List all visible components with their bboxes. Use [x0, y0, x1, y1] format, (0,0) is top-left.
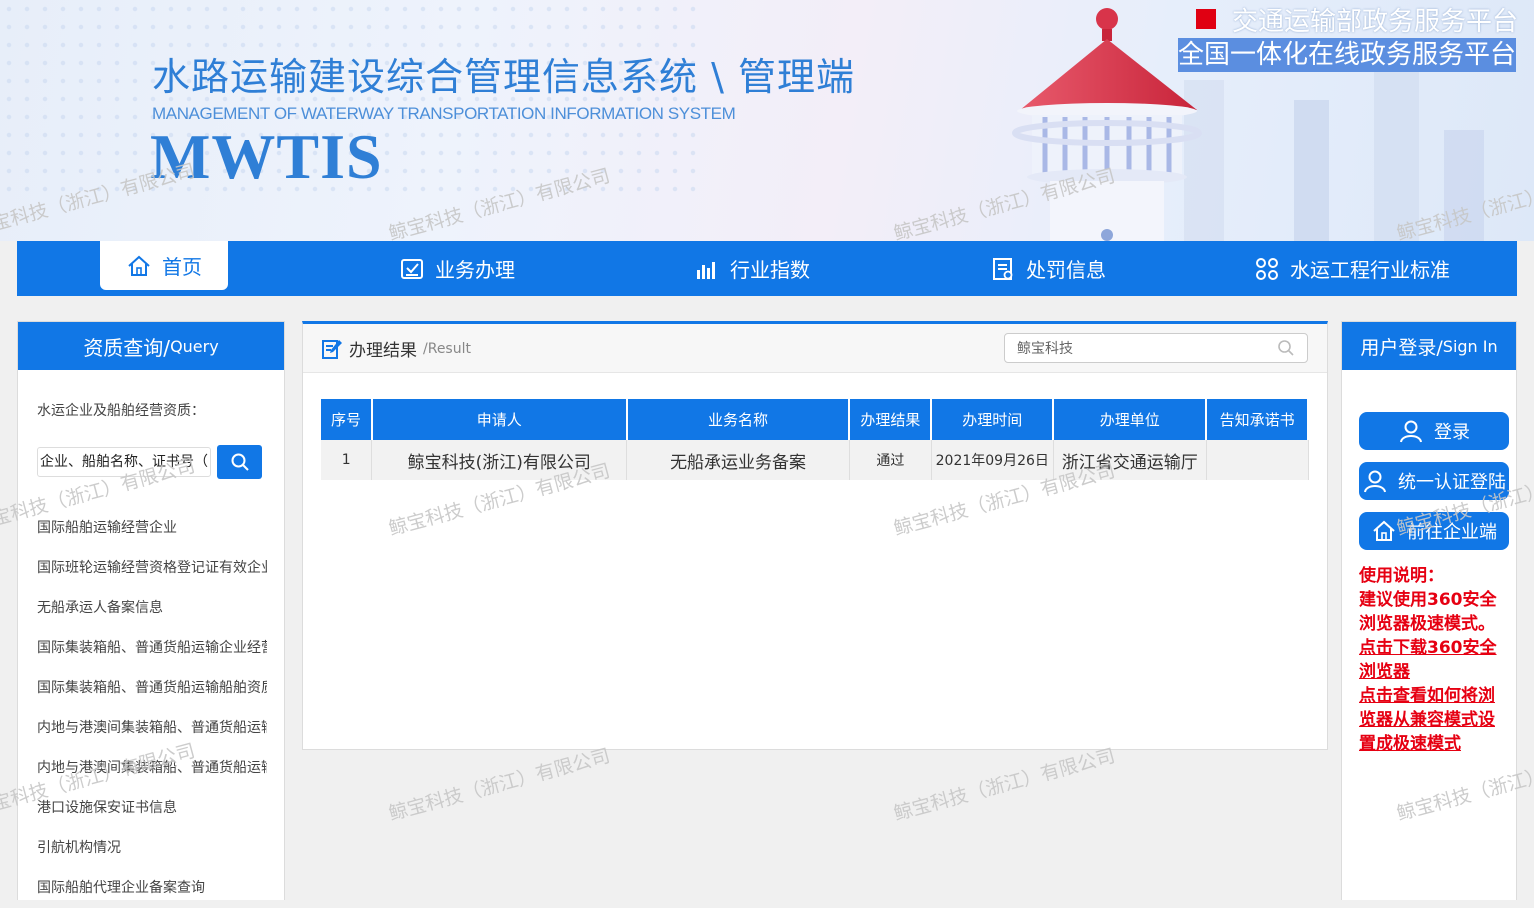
nav-standards-label: 水运工程行业标准 [1290, 258, 1450, 282]
col-header-commitment: 告知承诺书 [1206, 399, 1309, 440]
home-icon [128, 255, 150, 276]
nav-industry-index-label: 行业指数 [730, 258, 810, 282]
gov-red-square-icon [1196, 9, 1216, 29]
user-icon [1400, 420, 1422, 443]
nav-home[interactable]: 首页 [100, 241, 228, 290]
login-label: 登录 [1434, 422, 1470, 443]
header-banner: 水路运输建设综合管理信息系统 \ 管理端 MANAGEMENT OF WATER… [0, 0, 1534, 241]
system-title: 水路运输建设综合管理信息系统 \ 管理端 [152, 55, 855, 99]
query-panel-header: 资质查询/Query [18, 322, 284, 370]
unified-login-button[interactable]: 统一认证登陆 [1359, 462, 1509, 500]
result-title-text: 办理结果 [349, 341, 417, 361]
col-header-applicant: 申请人 [371, 399, 628, 440]
col-header-time: 办理时间 [931, 399, 1055, 440]
nav-penalty[interactable]: 处罚信息 [990, 241, 1106, 296]
result-table: 序号 申请人 业务名称 办理结果 办理时间 办理单位 告知承诺书 1 鲸宝科技(… [321, 399, 1309, 480]
unified-login-label: 统一认证登陆 [1398, 472, 1506, 493]
query-search-button[interactable] [217, 445, 262, 479]
cell-result: 通过 [849, 440, 932, 480]
cell-index: 1 [321, 440, 373, 480]
list-item[interactable]: 内地与港澳间集装箱船、普通货船运输企业 [37, 708, 267, 748]
list-item[interactable]: 国际班轮运输经营资格登记证有效企业 [37, 548, 267, 588]
list-item[interactable]: 引航机构情况 [37, 828, 267, 868]
user-icon [1364, 470, 1386, 493]
result-search-input[interactable]: 鲸宝科技 [1004, 333, 1308, 363]
list-item[interactable]: 国际集装箱船、普通货船运输船舶资质 [37, 668, 267, 708]
cell-applicant: 鲸宝科技(浙江)有限公司 [371, 440, 628, 480]
table-header-row: 序号 申请人 业务名称 办理结果 办理时间 办理单位 告知承诺书 [321, 399, 1309, 440]
system-logo-text: MWTIS [150, 121, 383, 192]
qualification-list: 国际船舶运输经营企业 国际班轮运输经营资格登记证有效企业 无船承运人备案信息 国… [37, 508, 267, 908]
nav-business-label: 业务办理 [435, 258, 515, 282]
qualification-query-panel: 资质查询/Query 水运企业及船舶经营资质： 企业、船舶名称、证书号（ 国际船… [17, 321, 285, 900]
list-item[interactable]: 内地与港澳间集装箱船、普通货船运输船舶 [37, 748, 267, 788]
nav-penalty-label: 处罚信息 [1026, 258, 1106, 282]
cell-business-name: 无船承运业务备案 [626, 440, 850, 480]
usage-notes: 使用说明： 建议使用360安全浏览器极速模式。 点击下载360安全浏览器 点击查… [1359, 564, 1509, 756]
howto-speed-mode-link[interactable]: 点击查看如何将浏览器从兼容模式设置成极速模式 [1359, 684, 1509, 756]
enterprise-portal-button[interactable]: 前往企业端 [1359, 512, 1509, 550]
col-header-unit: 办理单位 [1053, 399, 1208, 440]
result-panel-header: 办理结果/Result 鲸宝科技 [303, 324, 1327, 373]
watermark-text: 鲸宝科技（浙江）有限公司 [891, 744, 1118, 826]
nav-business[interactable]: 业务办理 [399, 241, 515, 296]
list-item[interactable]: 国际船舶代理企业备案查询 [37, 868, 267, 908]
watermark-text: 鲸宝科技（浙江）有限公司 [386, 744, 613, 826]
query-intro-text: 水运企业及船舶经营资质： [37, 403, 205, 419]
edit-document-icon [322, 339, 342, 359]
document-icon [993, 257, 1013, 280]
result-search-value: 鲸宝科技 [1017, 341, 1073, 357]
result-title-sub: /Result [423, 340, 471, 357]
query-search-row: 企业、船舶名称、证书号（ [37, 445, 262, 479]
gov-subplatform-label[interactable]: 全国一体化在线政务服务平台 [1178, 38, 1516, 72]
login-panel: 用户登录/Sign In 登录 统一认证登陆 前往企业端 使用说明： 建议使用3… [1341, 321, 1517, 900]
query-search-input[interactable]: 企业、船舶名称、证书号（ [37, 447, 211, 477]
bar-chart-icon [697, 261, 715, 279]
cell-commitment[interactable] [1206, 440, 1309, 480]
enterprise-portal-label: 前往企业端 [1407, 522, 1497, 543]
login-button[interactable]: 登录 [1359, 412, 1509, 450]
usage-notes-title: 使用说明： [1359, 566, 1444, 586]
nav-standards[interactable]: 水运工程行业标准 [1254, 241, 1450, 296]
query-panel-subtitle: Query [170, 336, 219, 356]
download-browser-link[interactable]: 点击下载360安全浏览器 [1359, 636, 1509, 684]
list-item[interactable]: 无船承运人备案信息 [37, 588, 267, 628]
list-item[interactable]: 港口设施保安证书信息 [37, 788, 267, 828]
cell-time: 2021年09月26日 [931, 440, 1054, 480]
usage-notes-text: 建议使用360安全浏览器极速模式。 [1359, 590, 1497, 634]
login-panel-header: 用户登录/Sign In [1342, 322, 1516, 370]
cell-unit: 浙江省交通运输厅 [1053, 440, 1207, 480]
col-header-business-name: 业务名称 [626, 399, 851, 440]
col-header-result: 办理结果 [849, 399, 933, 440]
search-icon [231, 453, 249, 471]
search-icon[interactable] [1277, 339, 1295, 357]
result-panel: 办理结果/Result 鲸宝科技 序号 申请人 业务名称 办理结果 办理时间 办… [302, 321, 1328, 750]
grid-icon [1256, 257, 1278, 280]
login-panel-title: 用户登录/ [1360, 336, 1443, 359]
gov-platform-text: 交通运输部政务服务平台 [1232, 6, 1519, 37]
main-nav: 首页 业务办理 行业指数 处罚信息 水运工程行业标准 [17, 241, 1517, 296]
query-panel-title: 资质查询/ [83, 335, 171, 360]
home-icon [1373, 520, 1395, 541]
result-title: 办理结果/Result [321, 336, 471, 361]
checklist-icon [401, 258, 423, 279]
login-panel-subtitle: Sign In [1442, 336, 1498, 356]
nav-home-label: 首页 [162, 255, 202, 279]
list-item[interactable]: 国际集装箱船、普通货船运输企业经营资质 [37, 628, 267, 668]
list-item[interactable]: 国际船舶运输经营企业 [37, 508, 267, 548]
nav-industry-index[interactable]: 行业指数 [694, 241, 810, 296]
gov-platform-label[interactable]: 交通运输部政务服务平台 [1196, 2, 1519, 37]
col-header-index: 序号 [321, 399, 373, 440]
table-row[interactable]: 1 鲸宝科技(浙江)有限公司 无船承运业务备案 通过 2021年09月26日 浙… [321, 440, 1309, 480]
